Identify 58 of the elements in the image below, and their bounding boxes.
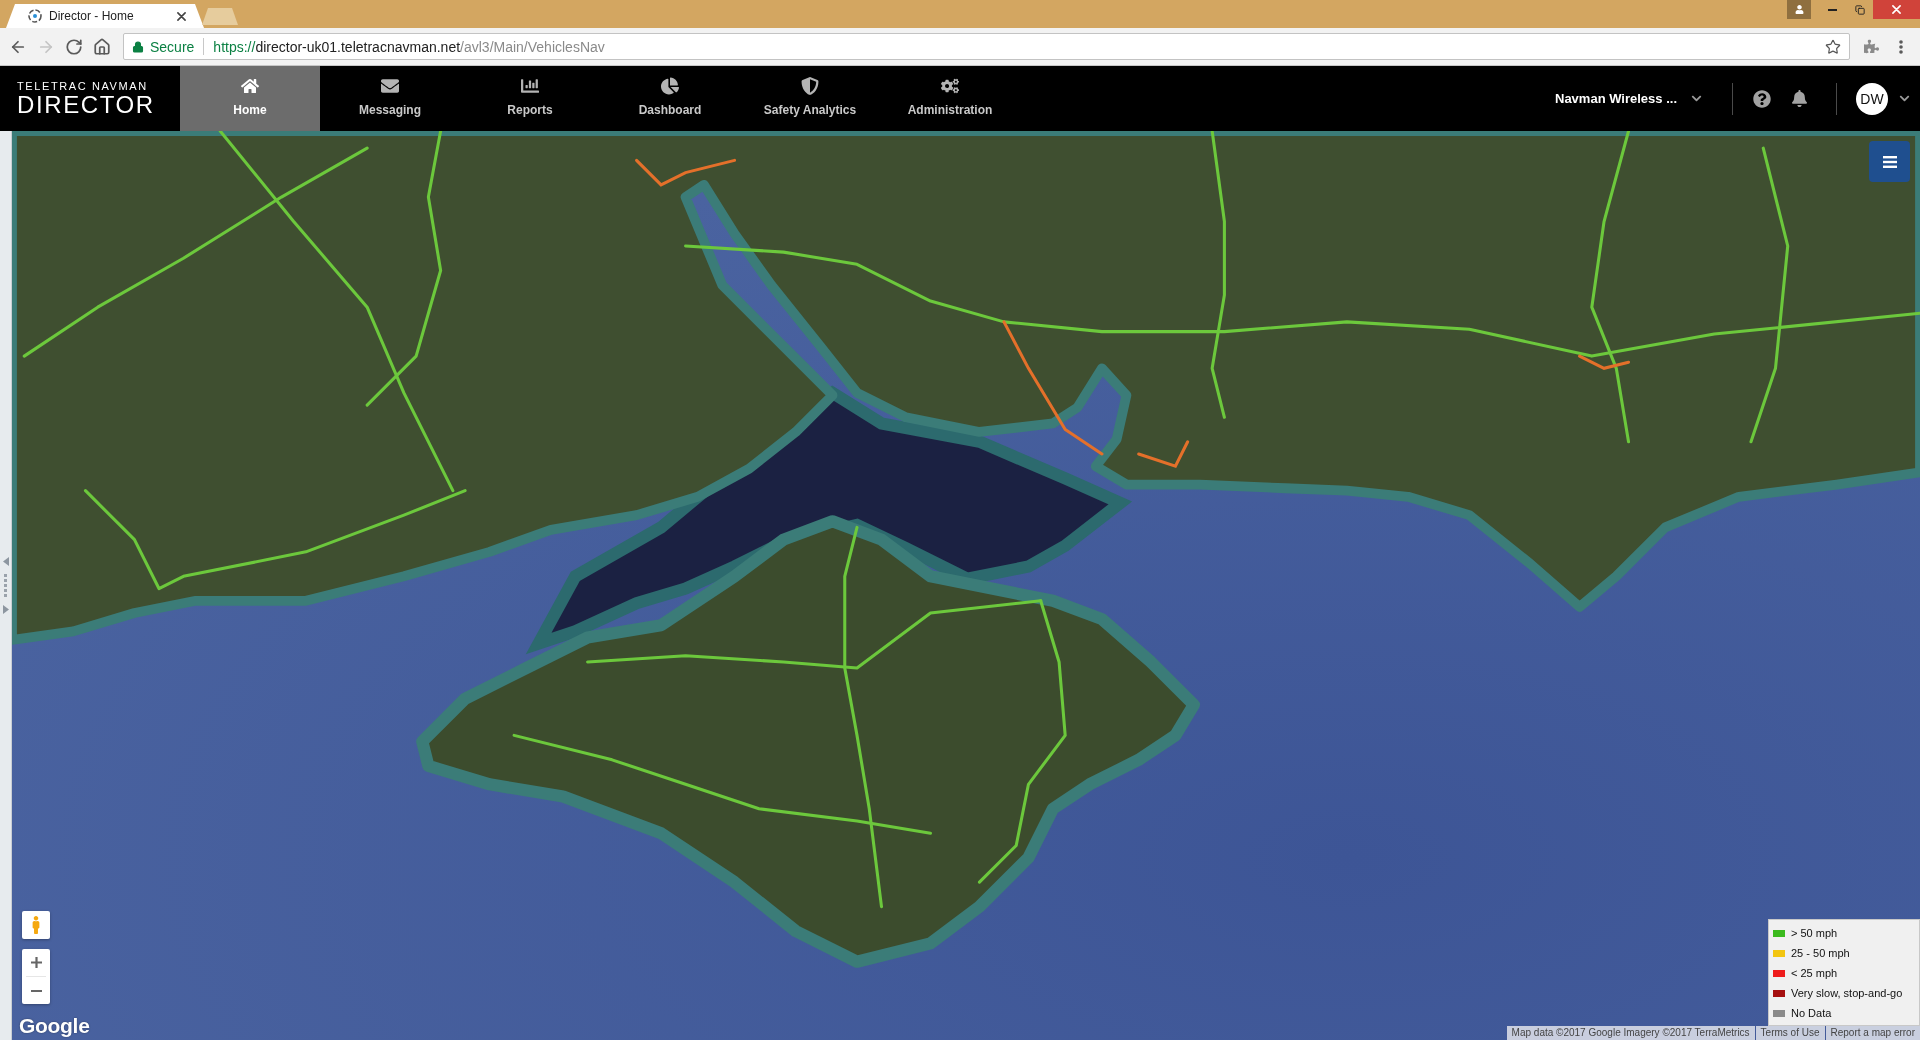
grip-icon — [4, 574, 7, 597]
restore-icon — [1854, 4, 1865, 15]
plus-icon — [30, 957, 42, 968]
pie-chart-icon — [661, 76, 679, 95]
help-button[interactable] — [1753, 89, 1771, 108]
collapse-arrow-icon — [2, 557, 9, 566]
house-icon — [241, 76, 259, 95]
secure-label: Secure — [150, 38, 195, 55]
user-menu-button[interactable] — [1899, 93, 1910, 104]
nav-tab[interactable]: Messaging — [320, 66, 460, 131]
reload-icon — [65, 37, 83, 56]
house-icon — [93, 37, 111, 56]
legend-label: No Data — [1791, 1007, 1832, 1019]
menu-icon — [1882, 155, 1897, 168]
legend-label: 25 - 50 mph — [1791, 947, 1850, 959]
close-icon[interactable] — [177, 11, 186, 21]
menu-button[interactable] — [1869, 141, 1910, 182]
attribution-link[interactable]: Terms of Use — [1755, 1026, 1825, 1040]
nav-tab[interactable]: Safety Analytics — [740, 66, 880, 131]
nav-tab[interactable]: Reports — [460, 66, 600, 131]
lock-icon — [132, 40, 144, 53]
map-attribution-text: Map data ©2017 Google Imagery ©2017 TerraMetrics — [1506, 1026, 1755, 1040]
bar-chart-icon — [521, 76, 539, 95]
person-icon — [1794, 5, 1804, 14]
help-icon — [1753, 89, 1771, 108]
legend-label: > 50 mph — [1791, 927, 1838, 939]
nav-tab[interactable]: Home — [180, 66, 320, 131]
attribution-link[interactable]: Report a map error — [1825, 1026, 1920, 1040]
profile-button[interactable] — [1787, 0, 1811, 19]
url-text: https://director-uk01.teletracnavman.net/avl3/Main/VehiclesNav — [213, 38, 606, 55]
legend-label: Very slow, stop-and-go — [1791, 987, 1903, 999]
logo-brand-text: TELETRAC NAVMAN — [17, 80, 149, 93]
minus-icon — [30, 989, 42, 992]
browser-tab[interactable]: Director - Home — [6, 4, 204, 28]
chevron-down-icon — [1691, 93, 1702, 104]
logo-product-text: DIRECTOR — [17, 93, 156, 117]
legend-label: < 25 mph — [1791, 967, 1838, 979]
minimize-icon — [1828, 8, 1837, 11]
menu-icon — [1899, 39, 1903, 54]
envelope-icon — [381, 76, 399, 95]
notifications-button[interactable] — [1791, 90, 1808, 107]
address-field[interactable]: Secure https://director-uk01.teletracnavman.net/avl3/Main/VehiclesNav — [123, 33, 1850, 60]
shield-icon — [801, 76, 819, 95]
puzzle-piece-icon — [1863, 39, 1879, 54]
close-window-button[interactable] — [1873, 0, 1920, 19]
google-logo: Google — [19, 1014, 90, 1038]
user-avatar[interactable]: DW — [1856, 82, 1888, 115]
nav-tab[interactable]: Administration — [880, 66, 1020, 131]
side-panel-handle[interactable] — [0, 131, 12, 1040]
bell-icon — [1791, 90, 1808, 107]
account-dropdown[interactable]: Navman Wireless ... — [1555, 91, 1702, 106]
favicon-icon — [28, 9, 42, 23]
bookmark-star-icon[interactable] — [1825, 38, 1841, 55]
chevron-down-icon — [1899, 93, 1910, 104]
nav-tab[interactable]: Dashboard — [600, 66, 740, 131]
close-icon — [1892, 5, 1901, 14]
expand-arrow-icon — [2, 605, 9, 614]
gears-icon — [941, 76, 959, 95]
